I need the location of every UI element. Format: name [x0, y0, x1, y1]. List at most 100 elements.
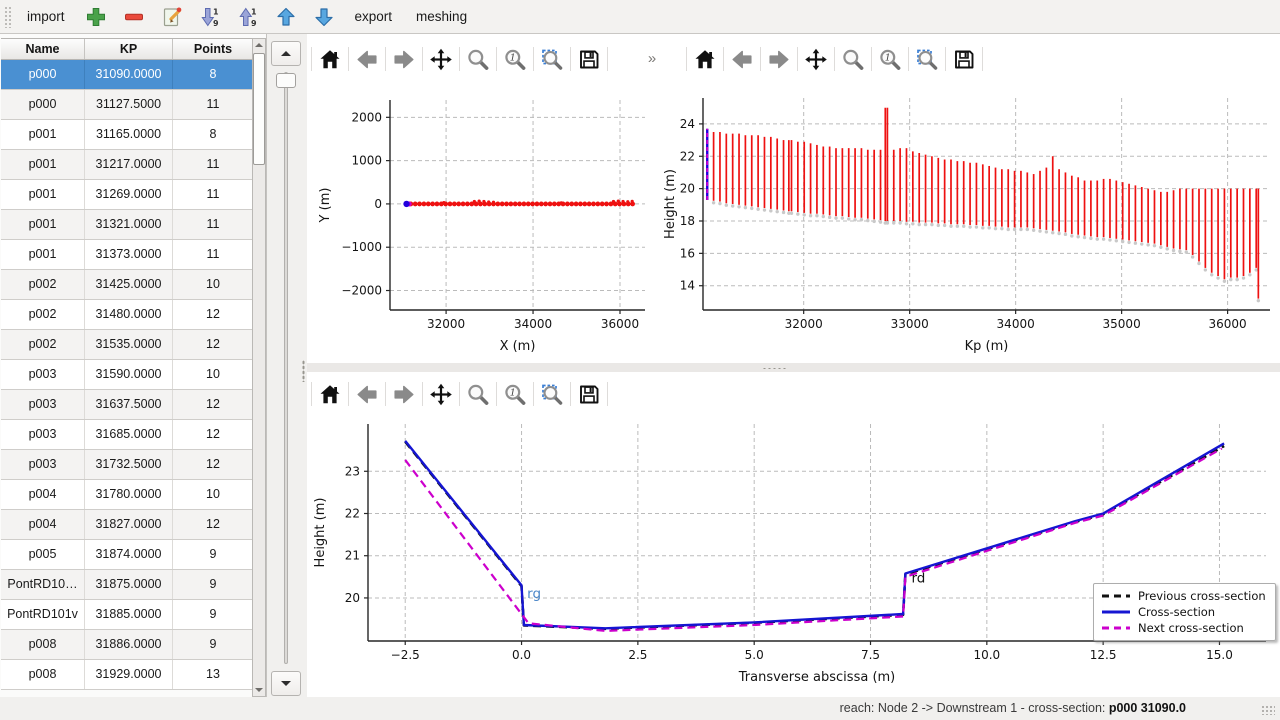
add-cross-section-button[interactable]: [79, 3, 113, 31]
table-cell: p004: [1, 480, 85, 509]
pan-button[interactable]: [423, 43, 459, 75]
cross-section-slider[interactable]: [284, 72, 288, 664]
forward-button[interactable]: [761, 43, 797, 75]
table-row[interactable]: p00131165.00008: [1, 120, 253, 150]
remove-cross-section-button[interactable]: [117, 3, 151, 31]
table-cell: 31827.0000: [85, 510, 173, 539]
save-button[interactable]: [571, 43, 607, 75]
table-row[interactable]: p00331732.500012: [1, 450, 253, 480]
slider-up-button[interactable]: [271, 41, 301, 66]
table-row[interactable]: p00031127.500011: [1, 90, 253, 120]
svg-text:Transverse abscissa (m): Transverse abscissa (m): [738, 670, 896, 685]
table-row[interactable]: p00131269.000011: [1, 180, 253, 210]
home-button[interactable]: [312, 43, 348, 75]
column-header-name[interactable]: Name: [1, 39, 85, 59]
svg-text:12.5: 12.5: [1090, 648, 1117, 662]
zoom-selection-button[interactable]: [909, 43, 945, 75]
forward-icon: [392, 382, 416, 407]
home-button[interactable]: [312, 378, 348, 410]
move-down-button[interactable]: [307, 3, 341, 31]
svg-text:36000: 36000: [601, 317, 639, 331]
table-scrollbar-down-icon[interactable]: [252, 683, 266, 697]
save-button[interactable]: [946, 43, 982, 75]
table-row[interactable]: p00131217.000011: [1, 150, 253, 180]
table-cell: 31685.0000: [85, 420, 173, 449]
table-cell: 31269.0000: [85, 180, 173, 209]
back-button[interactable]: [349, 378, 385, 410]
table-cell: p002: [1, 270, 85, 299]
column-header-points[interactable]: Points: [173, 39, 253, 59]
pan-button[interactable]: [423, 378, 459, 410]
zoom-selection-button[interactable]: [534, 378, 570, 410]
table-row[interactable]: PontRD10…31875.00009: [1, 570, 253, 600]
cross-section-slider-handle[interactable]: [276, 73, 296, 88]
zoom-button[interactable]: [460, 43, 496, 75]
edit-cross-section-button[interactable]: [155, 3, 189, 31]
table-row[interactable]: p00431780.000010: [1, 480, 253, 510]
table-cell: 13: [173, 660, 253, 689]
cross-section-plot-canvas[interactable]: −2.50.02.55.07.510.012.515.020212223Tran…: [307, 410, 1280, 697]
table-row[interactable]: p00131321.000011: [1, 210, 253, 240]
table-row[interactable]: p00231425.000010: [1, 270, 253, 300]
table-row[interactable]: p00031090.00008: [1, 60, 253, 90]
import-button[interactable]: import: [17, 3, 75, 31]
meshing-button[interactable]: meshing: [406, 3, 477, 31]
zoom-one-button[interactable]: [872, 43, 908, 75]
table-row[interactable]: p00831886.00009: [1, 630, 253, 660]
svg-text:34000: 34000: [514, 317, 552, 331]
sort-ascending-button[interactable]: [231, 3, 265, 31]
table-row[interactable]: p00531874.00009: [1, 540, 253, 570]
table-row[interactable]: p00331590.000010: [1, 360, 253, 390]
pan-icon: [429, 47, 453, 72]
toolbar-overflow-button[interactable]: »: [642, 44, 662, 72]
pan-button[interactable]: [798, 43, 834, 75]
move-up-button[interactable]: [269, 3, 303, 31]
table-cell: p003: [1, 360, 85, 389]
forward-button[interactable]: [386, 378, 422, 410]
svg-text:rd: rd: [911, 571, 925, 587]
table-row[interactable]: p00231480.000012: [1, 300, 253, 330]
column-header-kp[interactable]: KP: [85, 39, 173, 59]
svg-text:1000: 1000: [351, 154, 382, 168]
xy-plot-canvas[interactable]: 320003400036000−2000−1000010002000X (m)Y…: [307, 80, 660, 365]
table-row[interactable]: p00231535.000012: [1, 330, 253, 360]
save-button[interactable]: [571, 378, 607, 410]
table-row[interactable]: p00131373.000011: [1, 240, 253, 270]
horizontal-splitter[interactable]: [307, 363, 1280, 372]
horizontal-splitter-handle[interactable]: [762, 367, 788, 370]
export-button[interactable]: export: [345, 3, 403, 31]
profile-plot-toolbar: [686, 42, 983, 76]
slider-down-button[interactable]: [271, 671, 301, 696]
table-cell: 31217.0000: [85, 150, 173, 179]
profile-plot-canvas[interactable]: 3200033000340003500036000141618202224Kp …: [660, 80, 1280, 365]
table-row[interactable]: p00431827.000012: [1, 510, 253, 540]
zoom-button[interactable]: [835, 43, 871, 75]
table-row[interactable]: p00331685.000012: [1, 420, 253, 450]
table-scrollbar-up-icon[interactable]: [252, 38, 266, 52]
toolbar-grip[interactable]: [4, 6, 11, 28]
svg-text:23: 23: [345, 464, 360, 478]
forward-button[interactable]: [386, 43, 422, 75]
table-scrollbar-thumb[interactable]: [253, 53, 265, 165]
resize-grip-icon[interactable]: [1261, 705, 1275, 715]
sort-descending-icon: [198, 5, 222, 29]
svg-text:14: 14: [680, 279, 695, 293]
zoom-one-button[interactable]: [497, 378, 533, 410]
table-row[interactable]: PontRD101v31885.00009: [1, 600, 253, 630]
table-header[interactable]: NameKPPoints: [1, 38, 253, 60]
vertical-splitter-handle[interactable]: [302, 360, 305, 382]
table-cell: 12: [173, 390, 253, 419]
zoom-button[interactable]: [460, 378, 496, 410]
zoom-one-button[interactable]: [497, 43, 533, 75]
table-cell: 31321.0000: [85, 210, 173, 239]
back-button[interactable]: [349, 43, 385, 75]
table-row[interactable]: p00331637.500012: [1, 390, 253, 420]
back-button[interactable]: [724, 43, 760, 75]
svg-text:rg: rg: [527, 586, 541, 602]
table-row[interactable]: p00831929.000013: [1, 660, 253, 690]
sort-descending-button[interactable]: [193, 3, 227, 31]
home-button[interactable]: [687, 43, 723, 75]
table-cell: 10: [173, 480, 253, 509]
zoom-selection-button[interactable]: [534, 43, 570, 75]
table-cell: 31127.5000: [85, 90, 173, 119]
